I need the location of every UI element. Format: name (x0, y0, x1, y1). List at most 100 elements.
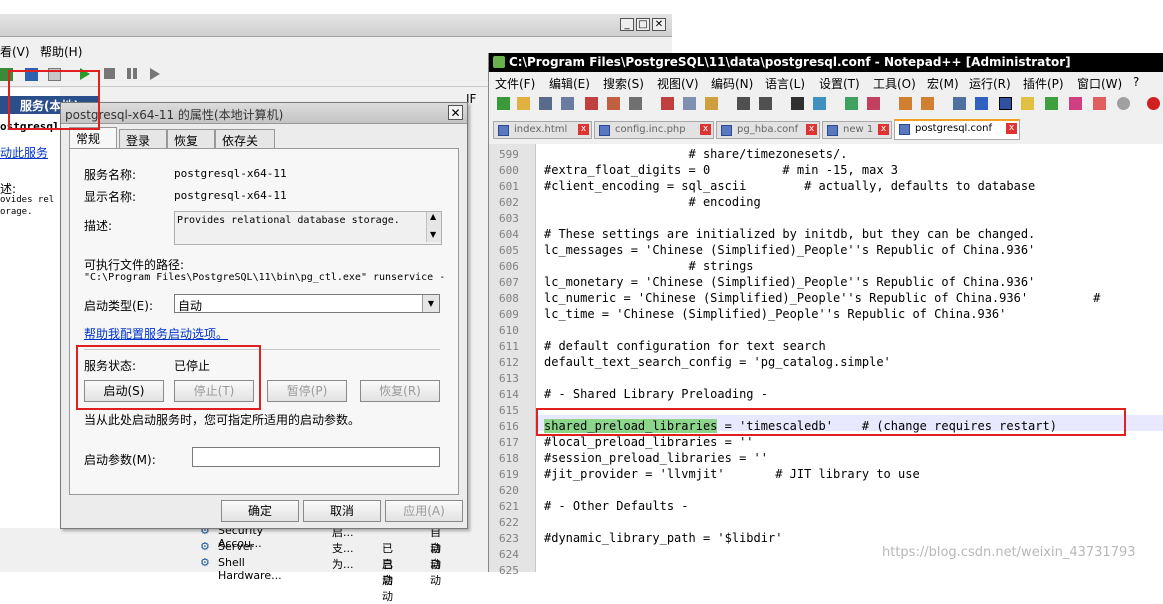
menu-tools[interactable]: 工具(O) (873, 75, 916, 92)
menu-settings[interactable]: 设置(T) (819, 75, 860, 92)
find-icon[interactable] (791, 97, 804, 110)
menu-language[interactable]: 语言(L) (765, 75, 805, 92)
code-line[interactable]: # encoding (544, 195, 760, 209)
func-list-icon[interactable] (1069, 97, 1082, 110)
pause-icon[interactable] (127, 68, 131, 79)
folder-icon[interactable] (1093, 97, 1106, 110)
map-icon[interactable] (1045, 97, 1058, 110)
menu-window[interactable]: 窗口(W) (1077, 75, 1122, 92)
tab-postgresql-conf[interactable]: postgresql.conf x (894, 119, 1020, 140)
scroll-up-icon[interactable]: ▲ (430, 212, 436, 221)
code-line[interactable]: #local_preload_libraries = '' (544, 435, 754, 449)
tab-new-1[interactable]: new 1 x (822, 121, 892, 139)
help-link[interactable]: 帮助我配置服务启动选项。 (84, 325, 228, 342)
resume-button[interactable]: 恢复(R) (360, 380, 440, 402)
code-line[interactable]: lc_time = 'Chinese (Simplified)_People''… (544, 307, 1006, 321)
cancel-button[interactable]: 取消 (303, 500, 381, 522)
menu-search[interactable]: 搜索(S) (603, 75, 644, 92)
wrap-icon[interactable] (953, 97, 966, 110)
lang-icon[interactable] (1021, 97, 1034, 110)
description-scrollbar[interactable]: ▲ ▼ (426, 212, 441, 242)
code-line[interactable]: # - Shared Library Preloading - (544, 387, 768, 401)
save-all-icon[interactable] (561, 97, 574, 110)
code-line[interactable]: #extra_float_digits = 0 # min -15, max 3 (544, 163, 898, 177)
zoom-in-icon[interactable] (845, 97, 858, 110)
code-line[interactable]: # strings (544, 259, 753, 273)
close-tab-icon[interactable]: x (700, 124, 711, 135)
tab-config-inc-php[interactable]: config.inc.php x (594, 121, 714, 139)
code-line[interactable]: #client_encoding = sql_ascii # actually,… (544, 179, 1035, 193)
tab-logon[interactable]: 登录 (119, 129, 167, 148)
copy-icon[interactable] (683, 97, 696, 110)
tab-recovery[interactable]: 恢复 (167, 129, 215, 148)
minimize-button[interactable]: _ (620, 18, 634, 31)
code-line[interactable]: lc_numeric = 'Chinese (Simplified)_Peopl… (544, 291, 1100, 305)
description-box[interactable]: Provides relational database storage. ▲ … (174, 211, 442, 245)
startup-type-select[interactable]: 自动 ▼ (174, 294, 440, 313)
close-tab-icon[interactable]: x (878, 124, 889, 135)
menu-view[interactable]: 视图(V) (657, 75, 699, 92)
properties-dialog: postgresql-x64-11 的属性(本地计算机) ✕ 常规 登录 恢复 … (60, 102, 468, 529)
close-button[interactable]: ✕ (652, 18, 666, 31)
new-file-icon[interactable] (497, 97, 510, 110)
close-button[interactable]: ✕ (448, 105, 463, 120)
menu-encoding[interactable]: 编码(N) (711, 75, 753, 92)
record-macro-icon[interactable] (1147, 97, 1160, 110)
print-icon[interactable] (629, 97, 642, 110)
close-tab-icon[interactable]: x (578, 124, 589, 135)
code-line[interactable]: default_text_search_config = 'pg_catalog… (544, 355, 891, 369)
monitor-icon[interactable] (1117, 97, 1130, 110)
restart-icon[interactable] (150, 68, 160, 80)
editor[interactable]: 599 600 601 602 603 604 605 606 607 608 609 610 611 6… (489, 144, 1163, 577)
menu-plugins[interactable]: 插件(P) (1023, 75, 1064, 92)
maximize-button[interactable]: □ (636, 18, 650, 31)
close-tab-icon[interactable]: x (806, 124, 817, 135)
code-line[interactable]: #jit_provider = 'llvmjit' # JIT library … (544, 467, 920, 481)
code-line[interactable]: lc_messages = 'Chinese (Simplified)_Peop… (544, 243, 1035, 257)
save-icon[interactable] (539, 97, 552, 110)
menu-view[interactable]: 看(V) (0, 43, 30, 60)
menu-help[interactable]: ? (1133, 75, 1139, 89)
chevron-down-icon[interactable]: ▼ (422, 295, 439, 312)
code-line[interactable]: #session_preload_libraries = '' (544, 451, 768, 465)
start-params-input[interactable] (192, 447, 440, 467)
tab-dependencies[interactable]: 依存关系 (215, 129, 275, 165)
tab-general[interactable]: 常规 (69, 127, 117, 149)
menu-edit[interactable]: 编辑(E) (549, 75, 590, 92)
menu-file[interactable]: 文件(F) (495, 75, 535, 92)
stop-icon[interactable] (104, 68, 115, 79)
undo-icon[interactable] (737, 97, 750, 110)
redo-icon[interactable] (759, 97, 772, 110)
open-file-icon[interactable] (517, 97, 530, 110)
sync-v-icon[interactable] (899, 97, 912, 110)
code-line[interactable]: # default configuration for text search (544, 339, 826, 353)
code-line[interactable]: lc_monetary = 'Chinese (Simplified)_Peop… (544, 275, 1035, 289)
pause-button[interactable]: 暂停(P) (267, 380, 347, 402)
close-tab-icon[interactable]: x (1006, 123, 1017, 134)
file-icon (599, 125, 610, 136)
sync-h-icon[interactable] (921, 97, 934, 110)
code-line[interactable]: # share/timezonesets/. (544, 147, 847, 161)
code-line[interactable]: # - Other Defaults - (544, 499, 689, 513)
scroll-down-icon[interactable]: ▼ (430, 230, 436, 239)
ok-button[interactable]: 确定 (221, 500, 299, 522)
tab-index-html[interactable]: index.html x (493, 121, 592, 139)
tab-pg-hba-conf[interactable]: pg_hba.conf x (716, 121, 820, 139)
paste-icon[interactable] (705, 97, 718, 110)
service-desc: 支... (332, 542, 354, 555)
zoom-out-icon[interactable] (867, 97, 880, 110)
menu-macro[interactable]: 宏(M) (927, 75, 959, 92)
menu-help[interactable]: 帮助(H) (40, 43, 82, 60)
indent-guide-icon[interactable] (999, 97, 1012, 110)
menu-run[interactable]: 运行(R) (969, 75, 1011, 92)
show-all-icon[interactable] (975, 97, 988, 110)
apply-button[interactable]: 应用(A) (385, 500, 463, 522)
close-all-icon[interactable] (607, 97, 620, 110)
replace-icon[interactable] (813, 97, 826, 110)
cut-icon[interactable] (661, 97, 674, 110)
code-line[interactable]: # These settings are initialized by init… (544, 227, 1035, 241)
code-line[interactable]: #dynamic_library_path = '$libdir' (544, 531, 782, 545)
close-file-icon[interactable] (585, 97, 598, 110)
tab-label: new 1 (843, 124, 874, 135)
start-service-link[interactable]: 动此服务 (0, 144, 48, 161)
